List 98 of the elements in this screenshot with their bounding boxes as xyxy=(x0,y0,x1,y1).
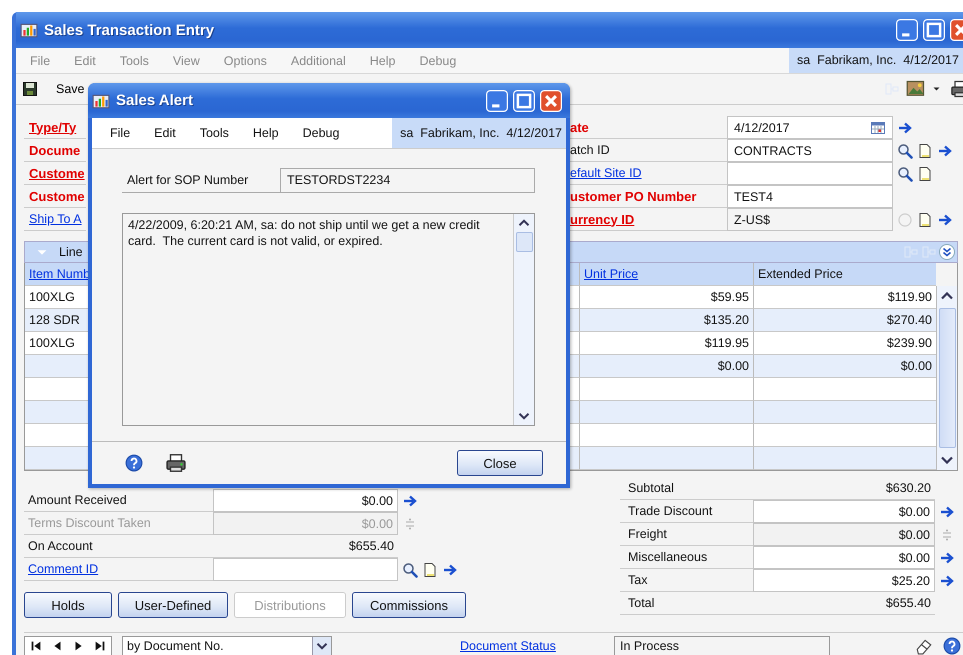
input-field[interactable]: Z-US$ xyxy=(727,208,893,231)
menu-item[interactable]: Help xyxy=(252,126,279,140)
save-icon xyxy=(22,81,38,97)
menu-item[interactable]: File xyxy=(110,126,130,140)
arrow-icon[interactable] xyxy=(937,142,953,158)
scroll-thumb[interactable] xyxy=(516,232,532,252)
field-link[interactable]: Custome xyxy=(29,166,85,180)
menu-item[interactable]: Edit xyxy=(154,126,176,140)
scrollbar[interactable] xyxy=(513,214,534,425)
input-field[interactable]: $0.00 xyxy=(213,489,398,512)
field-label: Alert for SOP Number xyxy=(127,173,248,187)
grid-title: Line xyxy=(59,245,83,259)
action-button[interactable]: User-Defined xyxy=(118,592,228,618)
field-value: $655.40 xyxy=(753,592,935,615)
field-label: atch ID xyxy=(570,143,610,157)
input-field[interactable]: $0.00 xyxy=(753,546,935,569)
input-field[interactable]: $25.20 xyxy=(753,569,935,592)
table-cell: $270.40 xyxy=(886,313,932,327)
status-link[interactable]: Document Status xyxy=(460,638,570,652)
column-header[interactable]: Extended Price xyxy=(758,267,843,281)
input-field[interactable] xyxy=(213,558,398,581)
alert-message: 4/22/2009, 6:20:21 AM, sa: do not ship until we get a new credit card. The current card is not valid, or expired. xyxy=(128,218,481,248)
input-field[interactable]: CONTRACTS xyxy=(727,139,893,162)
field-link[interactable]: Ship To A xyxy=(29,212,82,226)
arrow-icon[interactable] xyxy=(897,120,913,136)
field-label: Freight xyxy=(628,527,667,541)
minimize-button[interactable] xyxy=(486,90,508,112)
search-icon[interactable] xyxy=(402,562,418,578)
field-link[interactable]: efault Site ID xyxy=(570,166,642,180)
expand-icon[interactable] xyxy=(939,244,955,260)
input-field[interactable]: $0.00 xyxy=(753,523,935,546)
table-cell: $0.00 xyxy=(718,359,749,373)
table-cell: 100XLG xyxy=(29,290,75,304)
sort-dropdown[interactable]: by Document No. xyxy=(122,636,332,655)
search-icon[interactable] xyxy=(897,166,913,182)
arrow-icon[interactable] xyxy=(939,550,955,566)
table-cell: 128 SDR xyxy=(29,313,80,327)
close-button[interactable]: Close xyxy=(457,450,543,476)
minimize-button[interactable] xyxy=(896,19,918,41)
table-cell: $119.90 xyxy=(888,290,932,304)
maximize-button[interactable] xyxy=(923,19,945,41)
status-field: In Process xyxy=(614,636,830,655)
field-label: Terms Discount Taken xyxy=(28,516,151,530)
table-cell: $119.95 xyxy=(704,336,749,350)
app-icon xyxy=(20,21,38,39)
field-label: Miscellaneous xyxy=(628,550,708,564)
image-icon[interactable] xyxy=(906,79,926,99)
search-icon[interactable] xyxy=(897,142,913,158)
field-label: Tax xyxy=(628,573,648,587)
field-label: Total xyxy=(628,596,654,610)
calendar-icon[interactable] xyxy=(870,120,886,136)
action-button[interactable]: Commissions xyxy=(352,592,466,618)
action-button[interactable]: Holds xyxy=(24,592,112,618)
arrow-icon[interactable] xyxy=(939,572,955,588)
column-header[interactable]: Unit Price xyxy=(584,267,638,281)
help-icon[interactable] xyxy=(125,454,143,472)
field-link[interactable]: Type/Ty xyxy=(29,120,76,134)
arrow-icon[interactable] xyxy=(402,492,418,508)
arrow-icon[interactable] xyxy=(939,504,955,520)
dialog-title: Sales Alert xyxy=(116,92,193,109)
last-icon[interactable] xyxy=(93,638,108,652)
save-button[interactable]: Save xyxy=(22,81,84,97)
user-info: sa Fabrikam, Inc. 4/12/2017 xyxy=(789,48,963,73)
help-icon[interactable] xyxy=(943,636,961,654)
arrow-icon[interactable] xyxy=(937,212,953,228)
field-label: On Account xyxy=(28,539,93,553)
table-cell: $239.90 xyxy=(886,336,932,350)
menu-item[interactable]: Tools xyxy=(200,126,229,140)
printer-icon[interactable] xyxy=(165,452,187,474)
field-label: ate xyxy=(570,120,589,134)
close-button[interactable] xyxy=(540,90,562,112)
window-title: Sales Transaction Entry xyxy=(44,22,214,38)
sop-number-field[interactable]: TESTORDST2234 xyxy=(280,168,535,193)
field-label: Trade Discount xyxy=(628,504,712,518)
table-cell: $135.20 xyxy=(704,313,749,327)
user-info: sa Fabrikam, Inc. 4/12/2017 xyxy=(392,118,566,148)
maximize-button[interactable] xyxy=(513,90,535,112)
dropdown-icon[interactable] xyxy=(312,636,331,654)
table-cell: $0.00 xyxy=(900,359,932,373)
input-field[interactable] xyxy=(727,162,893,185)
table-cell: 100XLG xyxy=(29,336,75,350)
field-label: Custome xyxy=(29,188,85,204)
field-label: Subtotal xyxy=(628,481,674,495)
input-field[interactable]: $0.00 xyxy=(753,500,935,523)
arrow-icon[interactable] xyxy=(442,562,458,578)
input-field[interactable]: 4/12/2017 xyxy=(727,116,893,139)
table-cell: $59.95 xyxy=(710,290,749,304)
field-link[interactable]: Comment ID xyxy=(28,562,98,576)
field-label: Docume xyxy=(29,142,80,158)
menu-item[interactable]: Debug xyxy=(302,126,340,140)
message-box[interactable]: 4/22/2009, 6:20:21 AM, sa: do not ship until we get a new credit card. The current card is not valid, or expired. xyxy=(122,213,535,426)
first-icon[interactable] xyxy=(28,638,43,652)
field-link[interactable]: urrency ID xyxy=(570,212,634,226)
scroll-thumb[interactable] xyxy=(938,308,956,448)
input-field[interactable]: TEST4 xyxy=(727,185,893,208)
field-label: ustomer PO Number xyxy=(570,188,696,204)
scrollbar[interactable] xyxy=(936,286,957,470)
field-label: Amount Received xyxy=(28,493,127,507)
